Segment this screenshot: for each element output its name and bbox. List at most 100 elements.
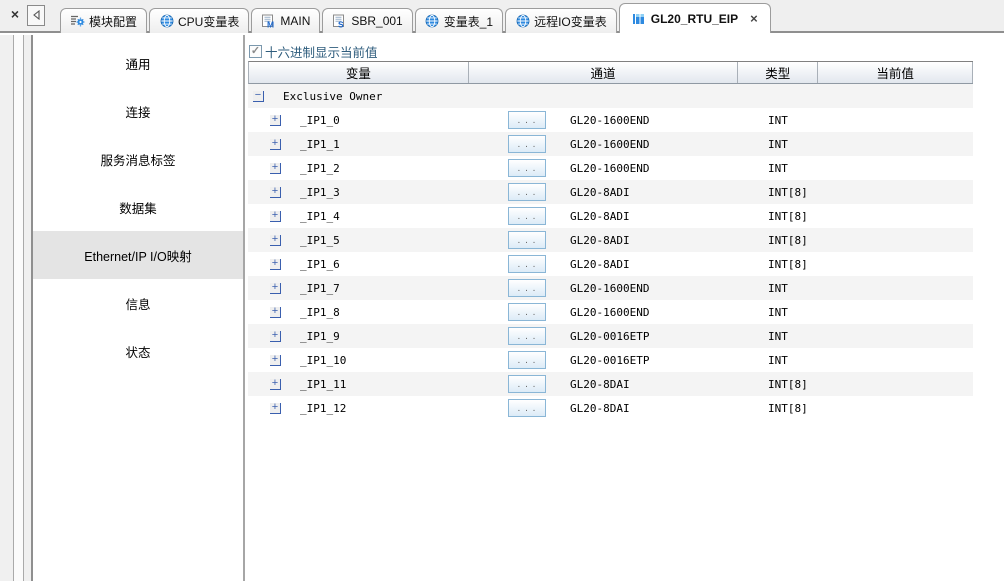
expand-icon[interactable]: + xyxy=(270,331,281,342)
type-value: INT[8] xyxy=(768,402,808,415)
sidebar-item-数据集[interactable]: 数据集 xyxy=(33,183,243,231)
channel-browse-button[interactable]: . . . xyxy=(508,159,546,177)
current-value-cell xyxy=(818,300,973,324)
expand-icon[interactable]: + xyxy=(270,211,281,222)
globe-icon xyxy=(159,14,174,28)
table-row-_IP1_11[interactable]: +_IP1_11. . .GL20-8DAIINT[8] xyxy=(248,372,973,396)
tab-远程IO变量表[interactable]: 远程IO变量表 xyxy=(505,8,617,33)
expand-icon[interactable]: + xyxy=(270,139,281,150)
table-row-_IP1_4[interactable]: +_IP1_4. . .GL20-8ADIINT[8] xyxy=(248,204,973,228)
type-cell: INT xyxy=(738,348,818,372)
variable-cell: +_IP1_7 xyxy=(248,276,468,300)
tab-label: 变量表_1 xyxy=(444,13,493,30)
current-value-cell xyxy=(818,204,973,228)
checkbox-checked-icon[interactable]: ✓ xyxy=(249,45,262,58)
table-row-_IP1_8[interactable]: +_IP1_8. . .GL20-1600ENDINT xyxy=(248,300,973,324)
channel-cell: . . . GL20-0016ETP xyxy=(468,348,738,372)
channel-cell: . . .GL20-8ADI xyxy=(468,204,738,228)
expand-icon[interactable]: + xyxy=(270,283,281,294)
tab-scroll-left-button[interactable] xyxy=(27,5,45,26)
channel-browse-button[interactable]: . . . xyxy=(508,207,546,225)
column-header-通道[interactable]: 通道 xyxy=(469,62,739,83)
vertical-scrollbar[interactable] xyxy=(13,35,24,581)
type-cell: INT xyxy=(738,132,818,156)
table-row-_IP1_10[interactable]: + _IP1_10 . . . GL20-0016ETP INT xyxy=(248,348,973,372)
sidebar-item-Ethernet/IP I/O映射[interactable]: Ethernet/IP I/O映射 xyxy=(33,231,243,279)
channel-browse-button[interactable]: . . . xyxy=(508,399,546,417)
tab-CPU变量表[interactable]: CPU变量表 xyxy=(149,8,249,33)
expand-icon[interactable]: + xyxy=(270,259,281,270)
expand-icon[interactable]: + xyxy=(270,307,281,318)
table-row-_IP1_5[interactable]: +_IP1_5. . .GL20-8ADIINT[8] xyxy=(248,228,973,252)
table-row-_IP1_9[interactable]: +_IP1_9. . .GL20-0016ETPINT xyxy=(248,324,973,348)
channel-browse-button[interactable]: . . . xyxy=(508,135,546,153)
channel-browse-button[interactable]: . . . xyxy=(508,279,546,297)
current-value-cell xyxy=(818,132,973,156)
expand-icon[interactable]: + xyxy=(270,235,281,246)
expand-icon[interactable]: + xyxy=(270,163,281,174)
channel-browse-button[interactable]: . . . xyxy=(508,183,546,201)
type-value: INT[8] xyxy=(768,258,808,271)
channel-browse-button[interactable]: . . . xyxy=(508,303,546,321)
column-header-当前值[interactable]: 当前值 xyxy=(818,62,973,83)
type-value: INT xyxy=(768,138,788,151)
column-header-变量[interactable]: 变量 xyxy=(249,62,469,83)
variable-cell: +_IP1_11 xyxy=(248,372,468,396)
variable-cell: +_IP1_2 xyxy=(248,156,468,180)
panel-close-icon[interactable]: × xyxy=(8,6,22,22)
group-row-exclusive-owner[interactable]: −Exclusive Owner xyxy=(248,84,973,108)
program-main-icon: M xyxy=(261,14,276,28)
current-value-cell xyxy=(818,228,973,252)
channel-browse-button[interactable]: . . . xyxy=(508,327,546,345)
table-row-_IP1_1[interactable]: +_IP1_1. . .GL20-1600ENDINT xyxy=(248,132,973,156)
variable-cell: + _IP1_9 xyxy=(248,324,468,348)
table-row-_IP1_6[interactable]: +_IP1_6. . .GL20-8ADIINT[8] xyxy=(248,252,973,276)
collapse-icon[interactable]: − xyxy=(253,91,264,102)
expand-icon[interactable]: + xyxy=(270,115,281,126)
tab-变量表_1[interactable]: 变量表_1 xyxy=(415,8,503,33)
channel-cell: . . .GL20-8DAI xyxy=(468,396,738,420)
expand-icon[interactable]: + xyxy=(270,403,281,414)
sidebar-item-信息[interactable]: 信息 xyxy=(33,279,243,327)
column-header-label: 变量 xyxy=(346,63,371,82)
sidebar-item-连接[interactable]: 连接 xyxy=(33,87,243,135)
current-value-cell xyxy=(818,372,973,396)
channel-browse-button[interactable]: . . . xyxy=(508,231,546,249)
tab-label: SBR_001 xyxy=(351,14,402,28)
channel-browse-button[interactable]: . . . xyxy=(508,351,546,369)
variable-name: _IP1_10 xyxy=(300,354,346,367)
sidebar-item-通用[interactable]: 通用 xyxy=(33,39,243,87)
type-value: INT xyxy=(768,306,788,319)
io-mapping-table: 变量通道类型当前值 −Exclusive Owner+_IP1_0. . .GL… xyxy=(248,61,973,420)
sidebar-item-状态[interactable]: 状态 xyxy=(33,327,243,375)
channel-browse-button[interactable]: . . . xyxy=(508,111,546,129)
sidebar-item-服务消息标签[interactable]: 服务消息标签 xyxy=(33,135,243,183)
globe-icon xyxy=(425,14,440,28)
globe-icon xyxy=(515,14,530,28)
variable-name: _IP1_9 xyxy=(300,330,340,343)
app-window: × 模块配置CPU变量表MMAINSSBR_001变量表_1远程IO变量表GL2… xyxy=(0,0,1004,581)
table-row-_IP1_12[interactable]: +_IP1_12. . .GL20-8DAIINT[8] xyxy=(248,396,973,420)
tab-close-icon[interactable]: × xyxy=(750,13,758,25)
variable-cell: +_IP1_3 xyxy=(248,180,468,204)
tab-GL20_RTU_EIP[interactable]: GL20_RTU_EIP× xyxy=(619,3,771,33)
channel-browse-button[interactable]: . . . xyxy=(508,375,546,393)
tab-MAIN[interactable]: MMAIN xyxy=(251,8,320,33)
document-tab-bar: × 模块配置CPU变量表MMAINSSBR_001 变量表_1 远程IO变量表GL2… xyxy=(0,0,1004,33)
expand-icon[interactable]: + xyxy=(270,187,281,198)
table-row-_IP1_7[interactable]: +_IP1_7. . .GL20-1600ENDINT xyxy=(248,276,973,300)
tab-模块配置[interactable]: 模块配置 xyxy=(60,8,147,33)
expand-icon[interactable]: + xyxy=(270,379,281,390)
expand-icon[interactable]: + xyxy=(270,355,281,366)
channel-browse-button[interactable]: . . . xyxy=(508,255,546,273)
current-value-cell xyxy=(818,252,973,276)
hex-display-checkbox-row[interactable]: ✓ 十六进制显示当前值 xyxy=(249,42,378,61)
table-row-_IP1_3[interactable]: +_IP1_3. . .GL20-8ADIINT[8] xyxy=(248,180,973,204)
channel-name: GL20-0016ETP xyxy=(570,354,649,367)
table-row-_IP1_2[interactable]: +_IP1_2. . .GL20-1600ENDINT xyxy=(248,156,973,180)
column-header-类型[interactable]: 类型 xyxy=(738,62,818,83)
tab-SBR_001[interactable]: SSBR_001 xyxy=(322,8,412,33)
table-row-_IP1_0[interactable]: +_IP1_0. . .GL20-1600ENDINT xyxy=(248,108,973,132)
variable-cell: +_IP1_0 xyxy=(248,108,468,132)
type-cell: INT[8] xyxy=(738,204,818,228)
